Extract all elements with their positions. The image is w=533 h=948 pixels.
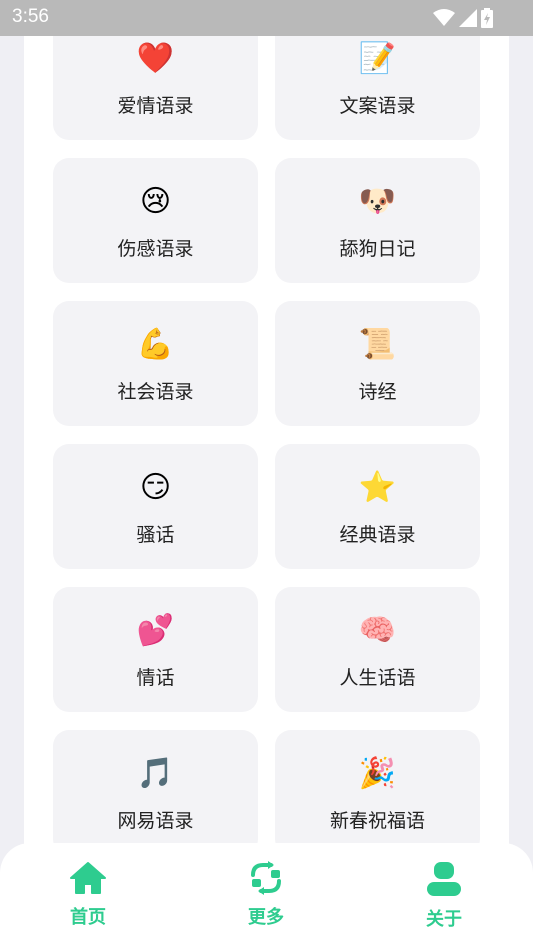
two-hearts-icon: 💕: [136, 613, 175, 648]
nav-about-label: 关于: [426, 909, 462, 930]
nav-more[interactable]: 更多: [216, 861, 316, 941]
nav-about[interactable]: 关于: [394, 861, 494, 941]
flexed-biceps-icon: 💪: [136, 327, 175, 362]
card-label: 文案语录: [339, 95, 416, 117]
card-label: 爱情语录: [117, 95, 194, 117]
music-note-icon: 🎵: [136, 756, 175, 791]
wifi-icon: [433, 9, 455, 26]
card-label: 骚话: [136, 524, 175, 546]
card-label: 情话: [136, 667, 175, 689]
crying-face-icon: 😢: [139, 184, 172, 219]
card-flirty-talk[interactable]: 😏 骚话: [53, 444, 258, 569]
memo-icon: 📝: [358, 41, 397, 76]
signal-icon: [459, 9, 477, 27]
party-popper-icon: 🎉: [358, 756, 397, 791]
nav-home[interactable]: 首页: [38, 861, 138, 941]
status-icons: [433, 8, 493, 28]
status-bar: 3:56: [0, 0, 533, 36]
card-love-words[interactable]: 💕 情话: [53, 587, 258, 712]
scroll-icon: 📜: [358, 327, 397, 362]
card-label: 舔狗日记: [339, 238, 416, 260]
refresh-icon: [251, 861, 281, 895]
category-grid: ❤️ 爱情语录 📝 文案语录 😢 伤感语录 🐶 舔狗日记 💪 社会语录 📜 诗经 😏 骚话 ⭐ 经典语录 💕 情话…: [53, 15, 480, 855]
red-heart-icon: ❤️: [136, 41, 175, 76]
nav-more-label: 更多: [248, 907, 284, 928]
card-label: 诗经: [358, 381, 397, 403]
battery-icon: [481, 8, 493, 28]
card-classic-quotes[interactable]: ⭐ 经典语录: [275, 444, 480, 569]
card-label: 经典语录: [339, 524, 416, 546]
card-label: 网易语录: [117, 810, 194, 832]
card-book-of-songs[interactable]: 📜 诗经: [275, 301, 480, 426]
smirking-face-icon: 😏: [139, 470, 172, 505]
card-label: 伤感语录: [117, 238, 194, 260]
card-sad-quotes[interactable]: 😢 伤感语录: [53, 158, 258, 283]
star-icon: ⭐: [358, 470, 397, 505]
nav-home-label: 首页: [70, 907, 106, 928]
card-new-year-greetings[interactable]: 🎉 新春祝福语: [275, 730, 480, 855]
card-label: 社会语录: [117, 381, 194, 403]
card-label: 人生话语: [339, 667, 416, 689]
card-society-quotes[interactable]: 💪 社会语录: [53, 301, 258, 426]
card-label: 新春祝福语: [329, 810, 425, 832]
brain-icon: 🧠: [358, 613, 397, 648]
card-simp-diary[interactable]: 🐶 舔狗日记: [275, 158, 480, 283]
user-icon: [427, 862, 461, 896]
bottom-navigation: 首页 更多 关于: [0, 843, 533, 948]
card-netease-quotes[interactable]: 🎵 网易语录: [53, 730, 258, 855]
card-life-words[interactable]: 🧠 人生话语: [275, 587, 480, 712]
dog-face-icon: 🐶: [358, 184, 397, 219]
status-time: 3:56: [12, 6, 49, 27]
home-icon: [70, 862, 106, 894]
